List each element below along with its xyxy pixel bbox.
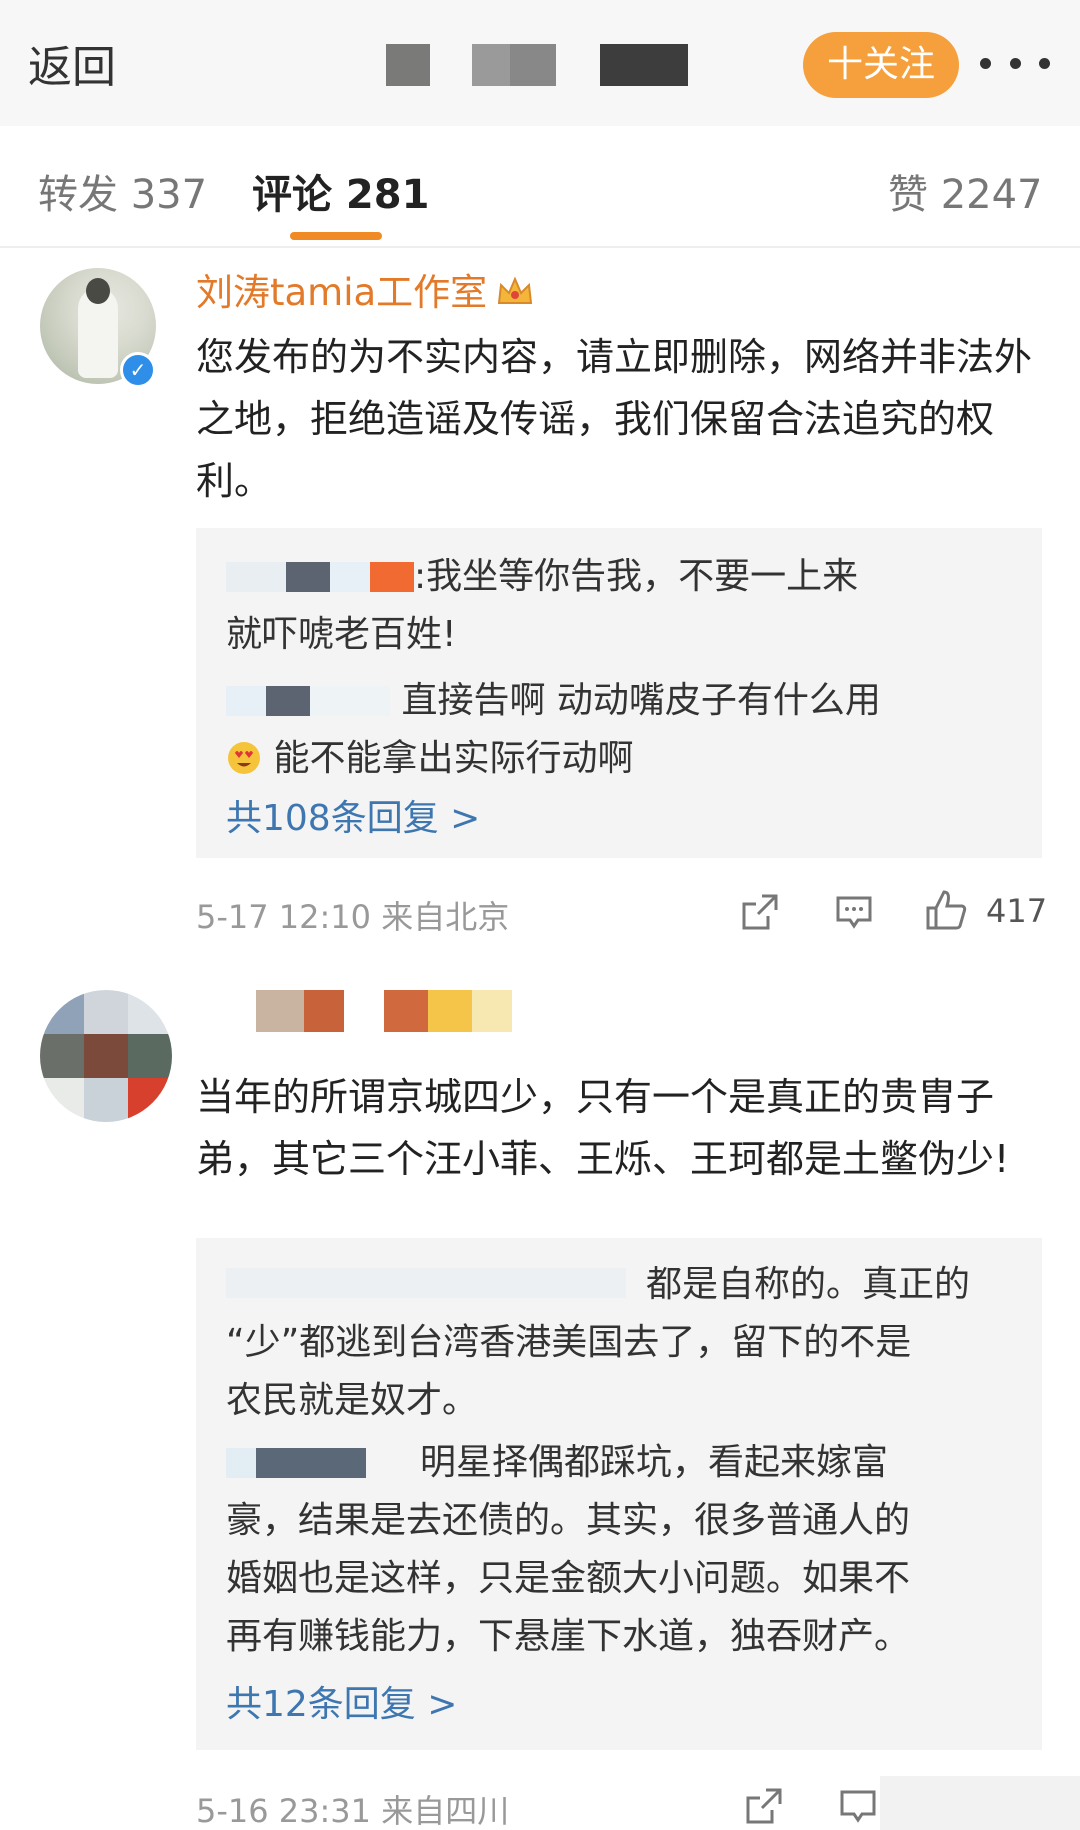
blurred-username [226,562,286,592]
reply-text-line: 婚姻也是这样，只是金额大小问题。如果不 [226,1558,911,1599]
reply-item[interactable]: 直接告啊 动动嘴皮子有什么用 [226,672,881,730]
share-icon[interactable] [744,1786,784,1826]
view-more-replies-link[interactable]: 共12条回复 > [226,1676,457,1734]
blurred-username [226,1448,256,1478]
blurred-username [472,990,512,1032]
blurred-username [428,990,472,1032]
tab-comments[interactable]: 评论 281 [252,162,429,220]
reply-box: :我坐等你告我，不要一上来 就吓唬老百姓! 直接告啊 动动嘴皮子有什么用 能不能… [196,528,1042,858]
reply-text-line: 能不能拿出实际行动啊 [226,730,633,788]
reply-text-line: 再有赚钱能力，下悬崖下水道，独吞财产。 [226,1616,911,1657]
blurred-username [226,1268,626,1298]
comment-meta: 5-16 23:31 来自四川 [196,1792,510,1830]
avatar[interactable] [40,990,172,1122]
heart-eyes-emoji-icon [228,742,260,774]
blurred-username [304,990,344,1032]
verified-badge-icon: ✓ [120,352,156,388]
reply-text-line: 农民就是奴才。 [226,1380,479,1421]
like-icon[interactable] [924,888,968,932]
blurred-username [384,990,428,1032]
follow-button[interactable]: 十关注 [803,32,959,98]
reply-item[interactable]: :我坐等你告我，不要一上来 [226,548,858,606]
view-more-replies-link[interactable]: 共108条回复 > [226,790,480,848]
more-options-icon[interactable] [980,48,1050,78]
comment-text [196,278,1046,328]
back-button[interactable]: 返回 [28,38,116,98]
blurred-username [226,686,266,716]
reply-box: 都是自称的。真正的 “少”都逃到台湾香港美国去了，留下的不是 农民就是奴才。 明… [196,1238,1042,1750]
comment-body: 您发布的为不实内容，请立即删除，网络并非法外之地，拒绝造谣及传谣，我们保留合法追… [196,335,1033,503]
comment-meta: 5-17 12:10 来自北京 [196,898,510,936]
share-icon[interactable] [740,892,780,932]
reply-text-line: 豪，结果是去还债的。其实，很多普通人的 [226,1500,911,1541]
reply-text-line: 就吓唬老百姓! [226,614,457,655]
blurred-username [256,990,304,1032]
blurred-overlay [880,1776,1080,1830]
like-count: 417 [986,892,1048,930]
blurred-title-part [600,44,688,86]
comment-body: 当年的所谓京城四少，只有一个是真正的贵胄子弟，其它三个汪小菲、王烁、王珂都是土鳖… [196,1075,1010,1181]
blurred-title-part [472,44,510,86]
blurred-username [266,686,310,716]
blurred-username [310,686,390,716]
reply-text-line: 明星择偶都踩坑，看起来嫁富 [420,1442,889,1483]
reply-text-line: “少”都逃到台湾香港美国去了，留下的不是 [226,1322,912,1363]
tab-bar: 转发 337 评论 281 赞 2247 [0,126,1080,248]
blurred-title-part [510,44,556,86]
blurred-title-part [386,44,430,86]
comment-icon[interactable] [838,1786,878,1826]
blurred-username [370,562,414,592]
reply-text-line: 都是自称的。真正的 [646,1264,971,1305]
blurred-username [256,1448,366,1478]
tab-likes[interactable]: 赞 2247 [888,162,1043,220]
top-bar: 返回 十关注 [0,0,1080,126]
tab-reposts[interactable]: 转发 337 [38,162,207,220]
active-tab-indicator [290,232,382,240]
comment-icon[interactable] [834,892,874,932]
blurred-username [286,562,330,592]
blurred-username [330,562,370,592]
